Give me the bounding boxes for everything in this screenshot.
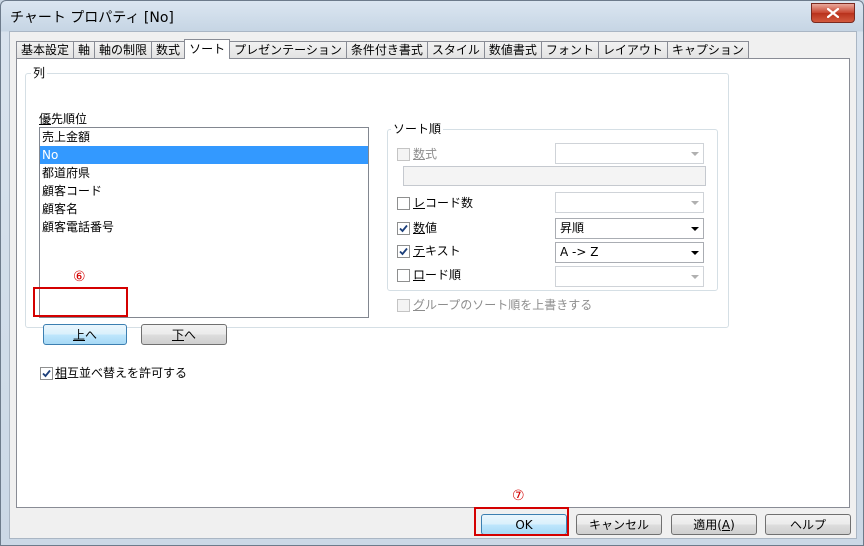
record-count-label: レコード数 [413, 196, 474, 210]
expression-input[interactable] [403, 166, 706, 186]
sort-order-group-label: ソート順 [391, 122, 444, 136]
text-sort-select[interactable]: A -> Z [555, 242, 704, 263]
tab-layout[interactable]: レイアウト [597, 41, 668, 59]
tab-basic[interactable]: 基本設定 [16, 41, 75, 59]
close-icon [827, 8, 839, 18]
text-checkbox[interactable] [397, 245, 410, 258]
tab-strip: 基本設定 軸 軸の制限 数式 ソート プレゼンテーション 条件付き書式 スタイル… [16, 39, 749, 59]
tab-conditional-format[interactable]: 条件付き書式 [345, 41, 428, 59]
columns-group-label: 列 [31, 66, 48, 80]
list-item-selected[interactable]: No [40, 146, 368, 164]
step-7-annotation: ⑦ [512, 488, 525, 504]
expression-label: 数式 [413, 147, 438, 161]
numeric-sort-select[interactable]: 昇順 [555, 218, 704, 239]
list-item[interactable]: 顧客電話番号 [40, 218, 368, 236]
mutual-sort-label: 相互並べ替えを許可する [55, 366, 188, 380]
list-item[interactable]: 都道府県 [40, 164, 368, 182]
dialog-client-area: 基本設定 軸 軸の制限 数式 ソート プレゼンテーション 条件付き書式 スタイル… [9, 31, 857, 539]
tab-caption[interactable]: キャプション [666, 41, 749, 59]
tab-presentation[interactable]: プレゼンテーション [229, 41, 347, 59]
expression-sort-select[interactable] [555, 143, 704, 164]
tab-sort[interactable]: ソート [184, 39, 231, 59]
numeric-checkbox[interactable] [397, 222, 410, 235]
chevron-down-icon [691, 275, 699, 279]
step-6-annotation: ⑥ [73, 269, 86, 285]
tab-axis[interactable]: 軸 [73, 41, 96, 59]
cancel-button[interactable]: キャンセル [576, 514, 662, 535]
record-count-select[interactable] [555, 192, 704, 213]
list-item[interactable]: 売上金額 [40, 128, 368, 146]
load-order-select[interactable] [555, 266, 704, 287]
dialog-window: チャート プロパティ [No] 基本設定 軸 軸の制限 数式 ソート プレゼンテ… [0, 0, 864, 546]
tab-font[interactable]: フォント [540, 41, 599, 59]
close-button[interactable] [811, 3, 855, 23]
list-item[interactable]: 顧客コード [40, 182, 368, 200]
move-down-button[interactable]: 下へ [141, 324, 227, 345]
load-order-checkbox[interactable] [397, 269, 410, 282]
record-count-checkbox[interactable] [397, 197, 410, 210]
tab-style[interactable]: スタイル [426, 41, 485, 59]
sort-tab-panel: 列 優先順位 売上金額 No 都道府県 顧客コード 顧客名 顧客電話番号 上へ … [16, 58, 850, 508]
load-order-label: ロード順 [413, 268, 462, 282]
title-bar[interactable]: チャート プロパティ [No] [1, 1, 863, 31]
step-6-highlight [33, 287, 128, 317]
expression-checkbox[interactable] [397, 148, 410, 161]
checkmark-icon [399, 224, 408, 233]
tab-number-format[interactable]: 数値書式 [483, 41, 542, 59]
apply-button[interactable]: 適用(A) [671, 514, 757, 535]
checkmark-icon [42, 369, 51, 378]
chevron-down-icon [691, 152, 699, 156]
numeric-label: 数値 [413, 221, 438, 235]
move-up-button[interactable]: 上へ [43, 324, 127, 345]
window-title: チャート プロパティ [No] [10, 10, 174, 26]
tab-axis-limits[interactable]: 軸の制限 [94, 41, 153, 59]
chevron-down-icon [691, 251, 699, 255]
list-item[interactable]: 顧客名 [40, 200, 368, 218]
override-group-sort-checkbox[interactable] [397, 299, 410, 312]
override-group-sort-label: グループのソート順を上書きする [413, 298, 593, 312]
mutual-sort-checkbox[interactable] [40, 367, 53, 380]
chevron-down-icon [691, 227, 699, 231]
chevron-down-icon [691, 201, 699, 205]
checkmark-icon [399, 247, 408, 256]
step-7-highlight [474, 507, 569, 536]
priority-label: 優先順位 [39, 112, 88, 126]
help-button[interactable]: ヘルプ [765, 514, 851, 535]
tab-expression[interactable]: 数式 [151, 41, 186, 59]
text-label: テキスト [413, 244, 461, 258]
